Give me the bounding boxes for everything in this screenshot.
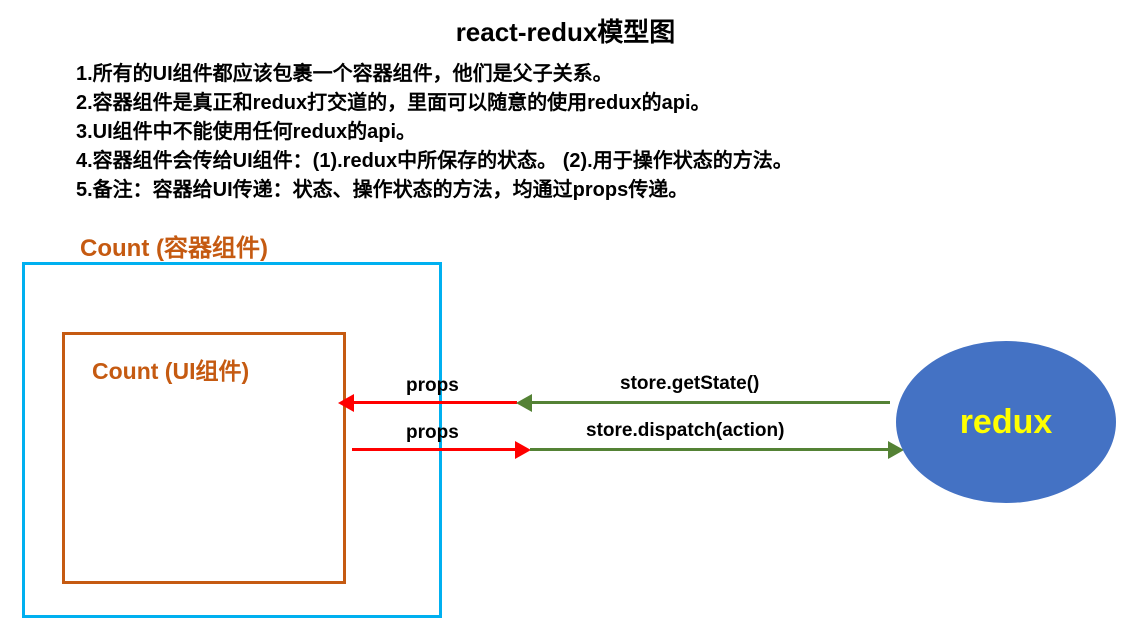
redux-store-ellipse: redux: [896, 341, 1116, 503]
props-in-label: props: [406, 375, 459, 397]
ui-component-label: Count (UI组件): [92, 352, 249, 386]
redux-label: redux: [960, 403, 1053, 442]
desc-line-4: 4.容器组件会传给UI组件：(1).redux中所保存的状态。 (2).用于操作…: [76, 147, 793, 176]
diagram-title: react-redux模型图: [0, 12, 1131, 49]
desc-line-2: 2.容器组件是真正和redux打交道的，里面可以随意的使用redux的api。: [76, 89, 793, 118]
container-component-label: Count (容器组件): [80, 228, 268, 263]
desc-line-1: 1.所有的UI组件都应该包裹一个容器组件，他们是父子关系。: [76, 60, 793, 89]
dispatch-label: store.dispatch(action): [586, 420, 784, 442]
getstate-arrow: [530, 401, 890, 404]
props-arrow-out: [352, 448, 517, 451]
desc-line-3: 3.UI组件中不能使用任何redux的api。: [76, 118, 793, 147]
desc-line-5: 5.备注：容器给UI传递：状态、操作状态的方法，均通过props传递。: [76, 176, 793, 205]
props-arrow-in: [352, 401, 517, 404]
dispatch-arrow: [530, 448, 890, 451]
getstate-label: store.getState(): [620, 373, 759, 395]
description-block: 1.所有的UI组件都应该包裹一个容器组件，他们是父子关系。 2.容器组件是真正和…: [76, 60, 793, 205]
props-out-label: props: [406, 422, 459, 444]
